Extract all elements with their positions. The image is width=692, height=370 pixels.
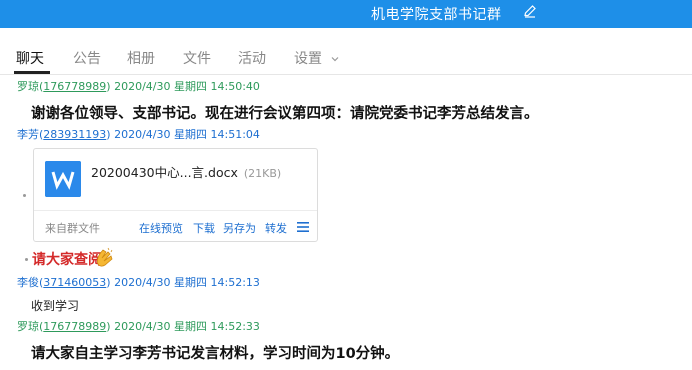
- chevron-down-icon: [332, 57, 339, 62]
- message-header: 罗琼(176778989) 2020/4/30 星期四 14:50:40: [17, 80, 260, 93]
- file-size: (21KB): [243, 167, 282, 180]
- sender-id[interactable]: 176778989: [43, 80, 106, 93]
- tab-settings-label: 设置: [294, 51, 322, 67]
- message-text: 谢谢各位领导、支部书记。现在进行会议第四项：请院党委书记李芳总结发言。: [31, 106, 539, 122]
- sender-id[interactable]: 176778989: [43, 320, 106, 333]
- sender-name[interactable]: 罗琼: [17, 80, 39, 93]
- download-link[interactable]: 下载: [193, 220, 215, 236]
- message-timestamp: 2020/4/30 星期四 14:52:13: [114, 276, 260, 289]
- forward-link[interactable]: 转发: [265, 220, 287, 236]
- file-name[interactable]: 20200430中心...言.docx: [91, 165, 238, 180]
- sender-name[interactable]: 李芳: [17, 128, 39, 141]
- save-as-link[interactable]: 另存为: [223, 220, 256, 236]
- sender-name[interactable]: 罗琼: [17, 320, 39, 333]
- tab-announcements[interactable]: 公告: [73, 48, 101, 68]
- tab-album[interactable]: 相册: [127, 48, 155, 68]
- message-text: 收到学习: [31, 299, 80, 313]
- message-timestamp: 2020/4/30 星期四 14:51:04: [114, 128, 260, 141]
- message-bullet: [23, 194, 26, 197]
- tab-settings[interactable]: 设置: [294, 48, 340, 68]
- group-title: 机电学院支部书记群: [371, 7, 502, 23]
- file-card[interactable]: 20200430中心...言.docx (21KB) 来自群文件 在线预览 下载 …: [33, 148, 318, 242]
- pencil-edit-icon[interactable]: [522, 3, 538, 19]
- message-timestamp: 2020/4/30 星期四 14:50:40: [114, 80, 260, 93]
- message-text: 请大家查阅: [32, 252, 102, 268]
- message-timestamp: 2020/4/30 星期四 14:52:33: [114, 320, 260, 333]
- message-header: 李芳(283931193) 2020/4/30 星期四 14:51:04: [17, 128, 260, 141]
- sender-id[interactable]: 283931193: [43, 128, 106, 141]
- word-doc-icon: [45, 161, 81, 197]
- clapping-hands-icon: [96, 247, 113, 267]
- message-header: 李俊(371460053) 2020/4/30 星期四 14:52:13: [17, 276, 260, 289]
- sender-name[interactable]: 李俊: [17, 276, 39, 289]
- file-source: 来自群文件: [45, 222, 100, 235]
- message-header: 罗琼(176778989) 2020/4/30 星期四 14:52:33: [17, 320, 260, 333]
- tab-files[interactable]: 文件: [183, 48, 211, 68]
- sender-id[interactable]: 371460053: [43, 276, 106, 289]
- message-bullet: [25, 258, 28, 261]
- active-tab-indicator: [14, 71, 50, 74]
- divider: [34, 210, 317, 211]
- title-bar: 机电学院支部书记群: [0, 0, 692, 28]
- group-tabs: 聊天 公告 相册 文件 活动 设置: [0, 28, 692, 75]
- file-name-row: 20200430中心...言.docx (21KB): [91, 162, 281, 181]
- preview-online-link[interactable]: 在线预览: [139, 220, 183, 236]
- menu-icon[interactable]: [297, 222, 309, 232]
- tab-chat[interactable]: 聊天: [16, 48, 44, 68]
- message-text: 请大家自主学习李芳书记发言材料，学习时间为10分钟。: [31, 346, 400, 362]
- tab-activities[interactable]: 活动: [238, 48, 266, 68]
